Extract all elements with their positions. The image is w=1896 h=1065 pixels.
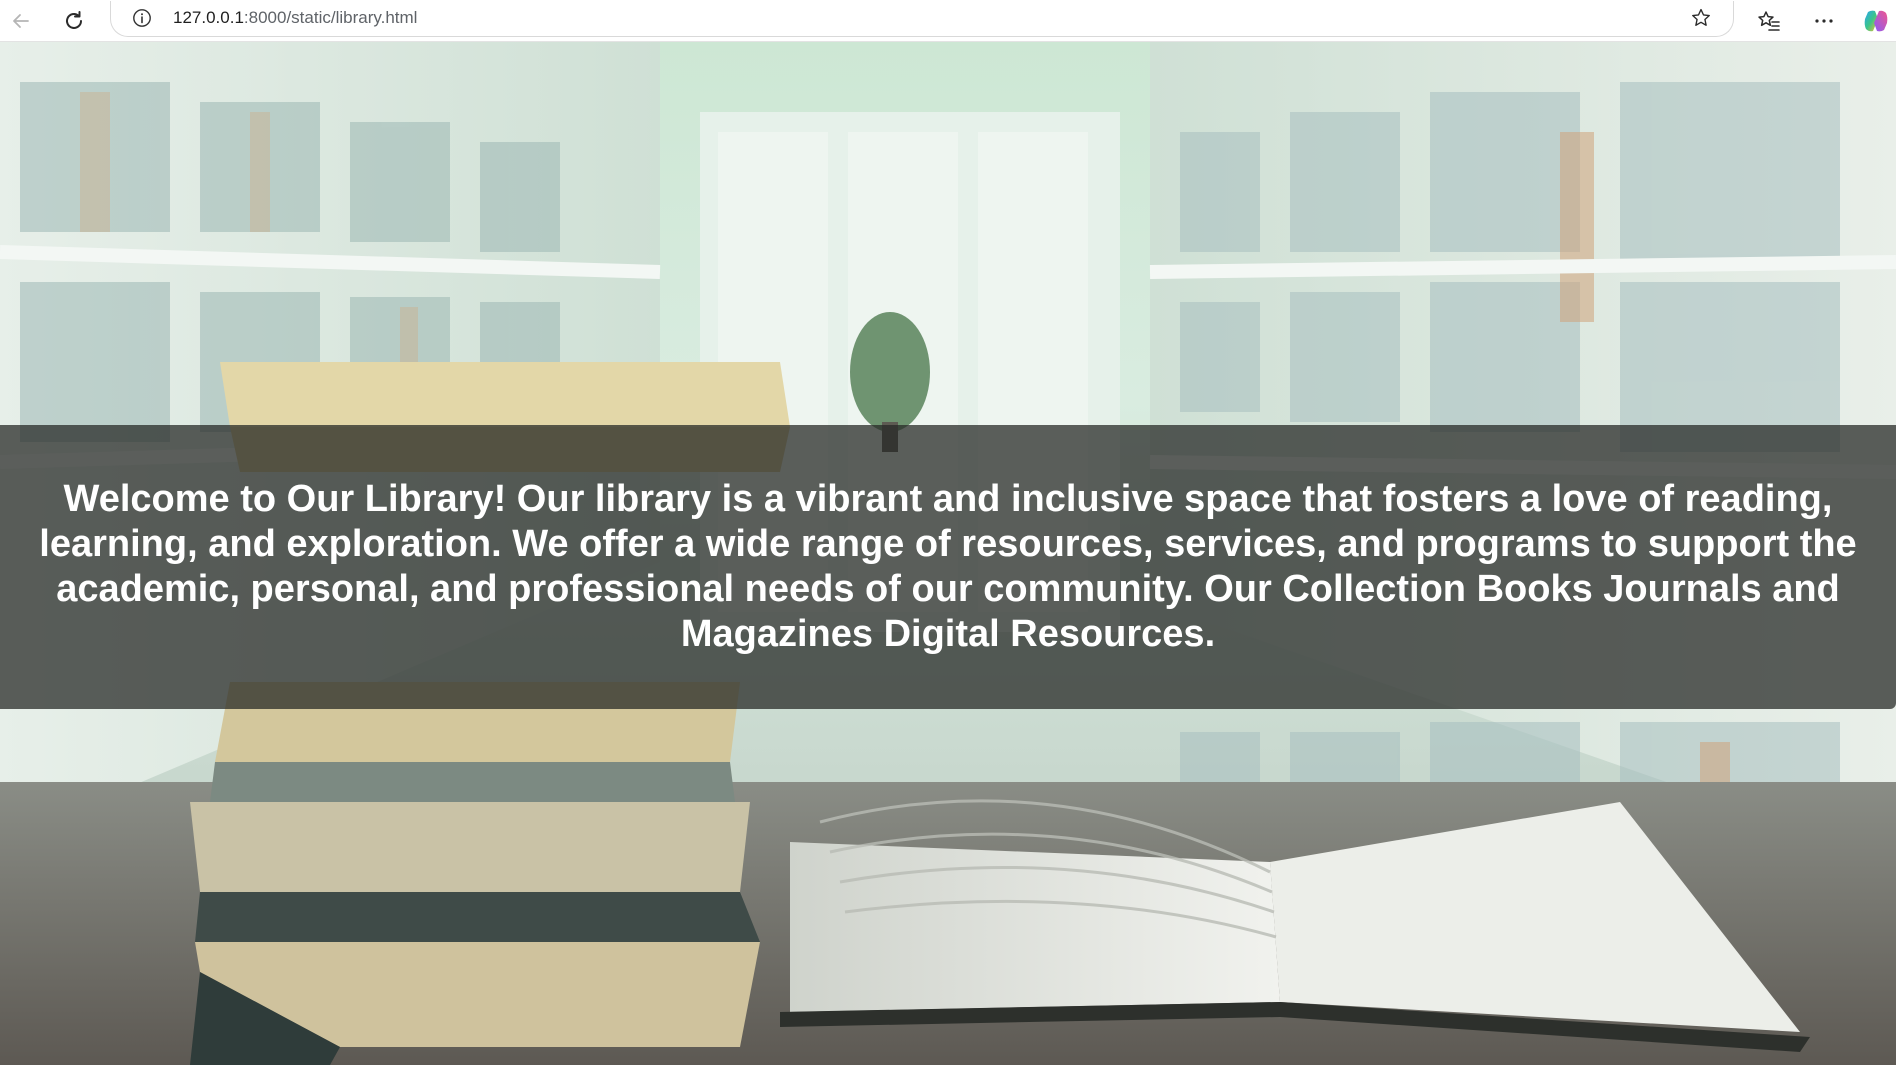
star-icon [1692, 8, 1710, 26]
favorites-icon [1758, 11, 1780, 31]
url-path: :8000/static/library.html [243, 8, 418, 27]
site-info-button[interactable] [131, 7, 153, 29]
library-page: Welcome to Our Library! Our library is a… [0, 42, 1896, 1065]
copilot-icon [1864, 10, 1888, 32]
address-bar[interactable]: 127.0.0.1:8000/static/library.html [110, 1, 1734, 37]
reload-icon [66, 11, 82, 29]
reload-button[interactable] [57, 4, 91, 38]
copilot-button[interactable] [1859, 4, 1893, 38]
more-icon [1815, 19, 1833, 23]
more-menu-button[interactable] [1807, 4, 1841, 38]
back-button[interactable] [4, 4, 38, 38]
welcome-banner: Welcome to Our Library! Our library is a… [0, 425, 1896, 709]
back-arrow-icon [13, 14, 29, 28]
favorites-button[interactable] [1752, 4, 1786, 38]
welcome-text: Welcome to Our Library! Our library is a… [39, 478, 1857, 655]
info-icon [133, 9, 151, 27]
add-favorite-button[interactable] [1689, 6, 1713, 30]
url-host: 127.0.0.1 [173, 8, 244, 27]
browser-toolbar: 127.0.0.1:8000/static/library.html [0, 0, 1896, 42]
url-text[interactable]: 127.0.0.1:8000/static/library.html [173, 8, 417, 28]
